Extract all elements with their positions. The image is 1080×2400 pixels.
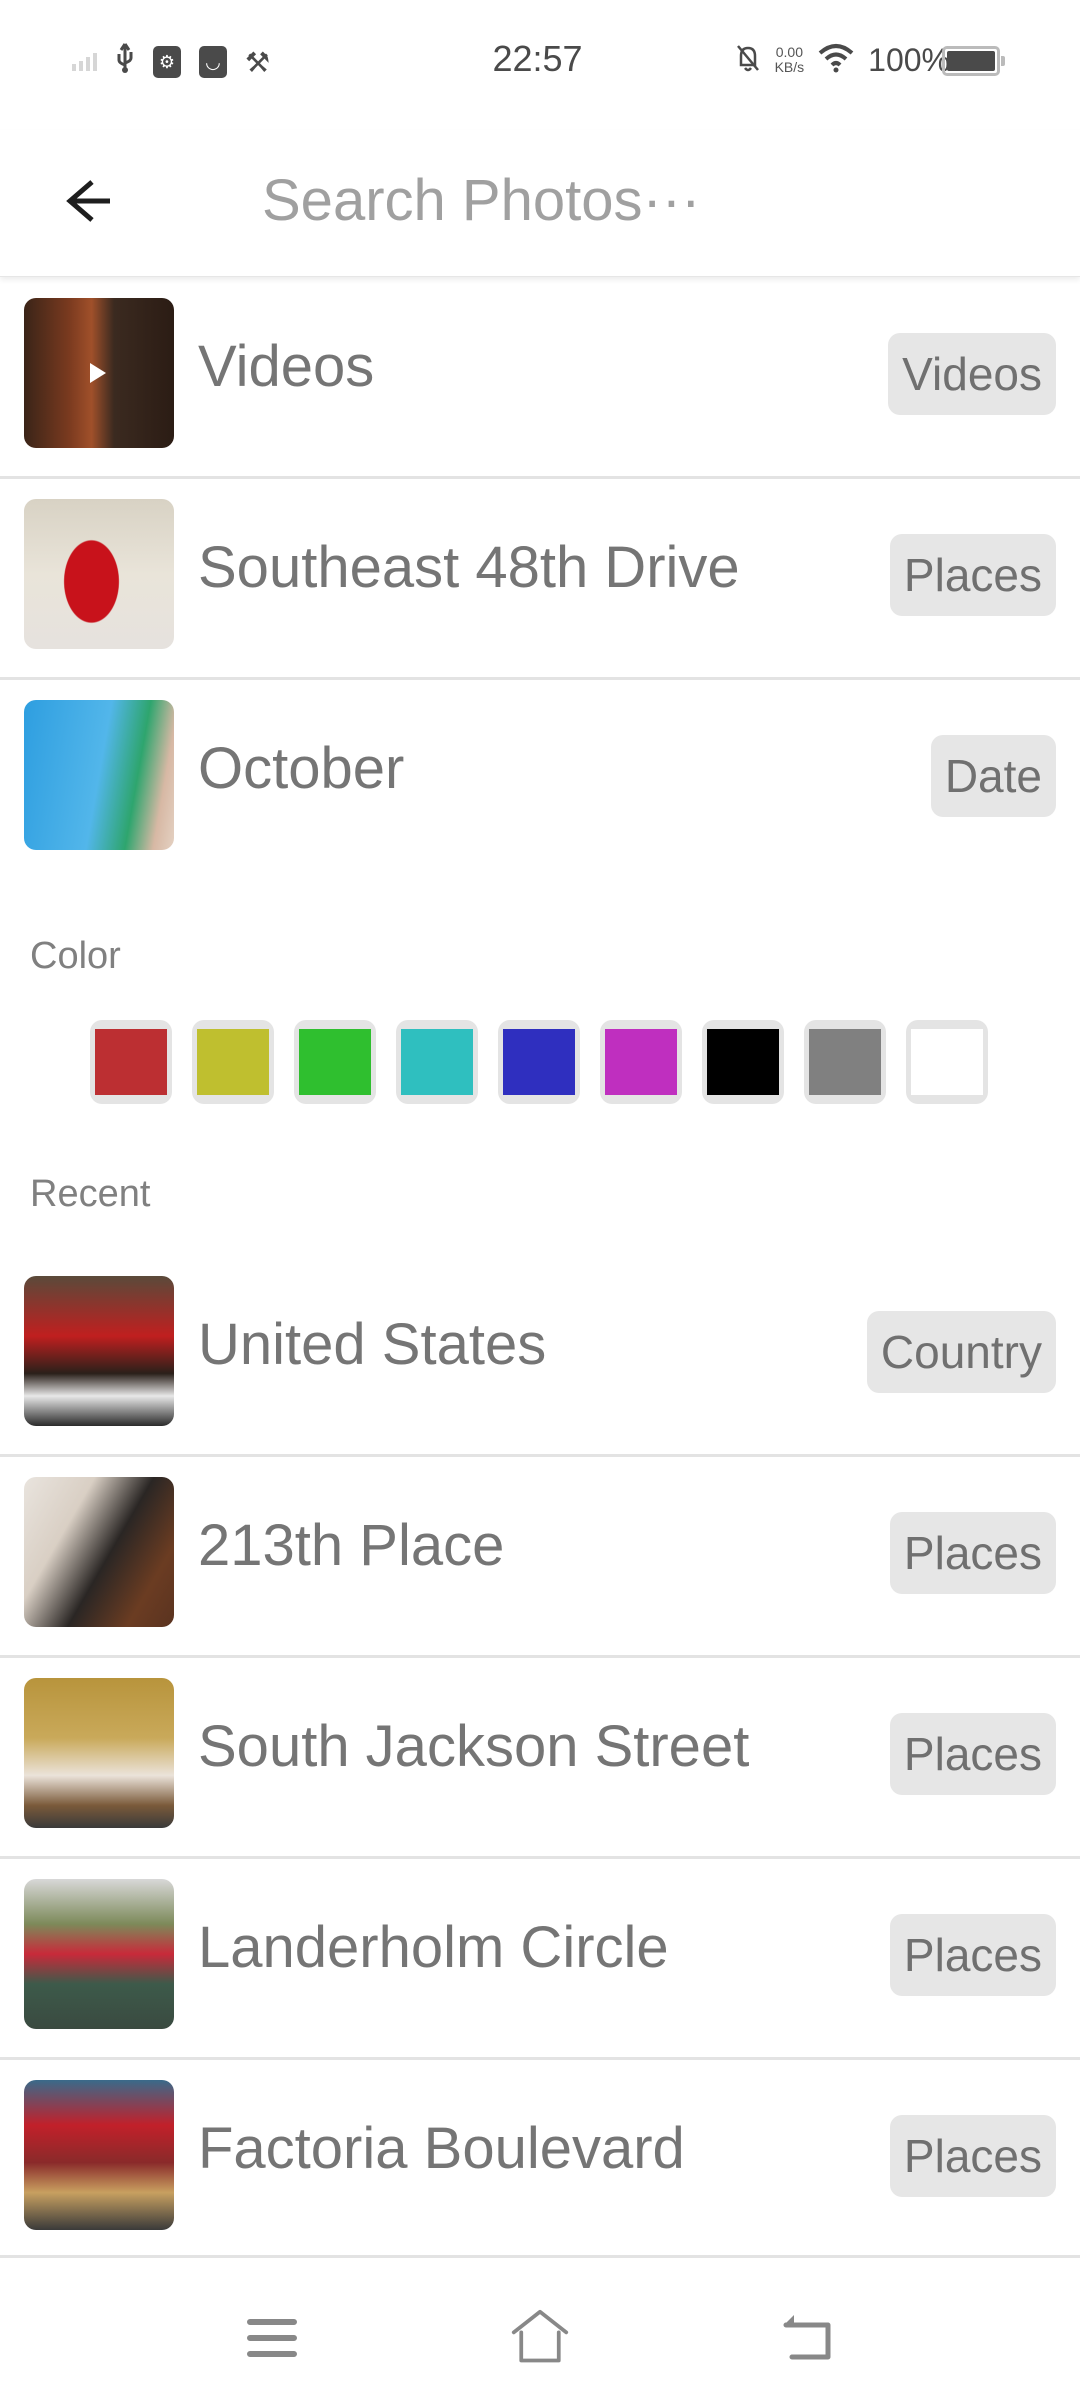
- home-button[interactable]: [510, 2308, 570, 2368]
- suggestion-label: October: [198, 736, 405, 801]
- wifi-icon: [818, 43, 854, 78]
- color-swatch-magenta[interactable]: [600, 1020, 682, 1104]
- recent-tag: Places: [889, 1914, 1056, 1996]
- search-input[interactable]: [262, 155, 962, 245]
- recent-label: United States: [198, 1312, 547, 1377]
- color-swatch-red[interactable]: [90, 1020, 172, 1104]
- color-swatch-green[interactable]: [294, 1020, 376, 1104]
- recent-tag: Places: [889, 1512, 1056, 1594]
- recent-item-213th-place[interactable]: 213th Place Places: [0, 1457, 1080, 1658]
- recent-tag: Places: [889, 1713, 1056, 1795]
- recent-label: Landerholm Circle: [198, 1915, 669, 1980]
- suggestion-item-october[interactable]: October Date: [0, 680, 1080, 881]
- suggestion-tag: Videos: [888, 333, 1056, 415]
- bell-off-icon: [735, 43, 761, 78]
- system-nav-bar: [0, 2255, 1080, 2400]
- color-swatches: [90, 1020, 988, 1104]
- status-bar: ⚙ ◡ ⚒ 22:57 0.00 KB/s 100%: [0, 0, 1080, 130]
- photo-thumbnail: [24, 499, 174, 649]
- home-icon: [511, 2309, 569, 2363]
- color-swatch-yellow[interactable]: [192, 1020, 274, 1104]
- swatch-fill: [605, 1029, 677, 1095]
- swatch-fill: [299, 1029, 371, 1095]
- photo-thumbnail: [24, 1477, 174, 1627]
- net-speed-value: 0.00: [775, 44, 803, 60]
- photo-thumbnail: [24, 1276, 174, 1426]
- suggestion-item-southeast-48th-drive[interactable]: Southeast 48th Drive Places: [0, 479, 1080, 680]
- battery-percent: 100%: [868, 41, 950, 78]
- suggestion-label: Southeast 48th Drive: [198, 535, 740, 600]
- status-right-icons: 0.00 KB/s 100%: [735, 40, 950, 80]
- recent-item-factoria-boulevard[interactable]: Factoria Boulevard Places: [0, 2060, 1080, 2261]
- photo-thumbnail: [24, 700, 174, 850]
- suggestion-label: Videos: [198, 334, 375, 399]
- play-icon: [90, 363, 106, 383]
- recent-label: Factoria Boulevard: [198, 2116, 685, 2181]
- arrow-left-icon: [66, 180, 110, 222]
- battery-icon: [942, 46, 1005, 76]
- suggestion-tag: Places: [889, 534, 1056, 616]
- back-icon: [783, 2315, 831, 2360]
- photo-thumbnail: [24, 2080, 174, 2230]
- recent-item-united-states[interactable]: United States Country: [0, 1256, 1080, 1457]
- search-header: [0, 130, 1080, 277]
- menu-button[interactable]: [242, 2308, 302, 2368]
- recent-section-title: Recent: [30, 1173, 151, 1215]
- swatch-fill: [197, 1029, 269, 1095]
- net-speed: 0.00 KB/s: [775, 45, 805, 75]
- color-swatch-blue[interactable]: [498, 1020, 580, 1104]
- recent-item-landerholm-circle[interactable]: Landerholm Circle Places: [0, 1859, 1080, 2060]
- video-thumbnail: [24, 298, 174, 448]
- swatch-fill: [911, 1029, 983, 1095]
- color-section-title: Color: [30, 935, 121, 977]
- suggestion-item-videos[interactable]: Videos Videos: [0, 278, 1080, 479]
- net-speed-unit: KB/s: [774, 59, 805, 75]
- back-button[interactable]: [52, 166, 122, 236]
- swatch-fill: [707, 1029, 779, 1095]
- color-swatch-black[interactable]: [702, 1020, 784, 1104]
- recent-label: South Jackson Street: [198, 1714, 750, 1779]
- recent-tag: Country: [866, 1311, 1056, 1393]
- color-swatch-gray[interactable]: [804, 1020, 886, 1104]
- recent-item-south-jackson-street[interactable]: South Jackson Street Places: [0, 1658, 1080, 1859]
- swatch-fill: [95, 1029, 167, 1095]
- color-swatch-cyan[interactable]: [396, 1020, 478, 1104]
- swatch-fill: [401, 1029, 473, 1095]
- swatch-fill: [503, 1029, 575, 1095]
- menu-icon: [247, 2319, 297, 2357]
- back-nav-button[interactable]: [778, 2308, 838, 2368]
- photo-thumbnail: [24, 1879, 174, 2029]
- swatch-fill: [809, 1029, 881, 1095]
- color-swatch-white[interactable]: [906, 1020, 988, 1104]
- photo-thumbnail: [24, 1678, 174, 1828]
- recent-label: 213th Place: [198, 1513, 505, 1578]
- suggestion-tag: Date: [930, 735, 1056, 817]
- recent-tag: Places: [889, 2115, 1056, 2197]
